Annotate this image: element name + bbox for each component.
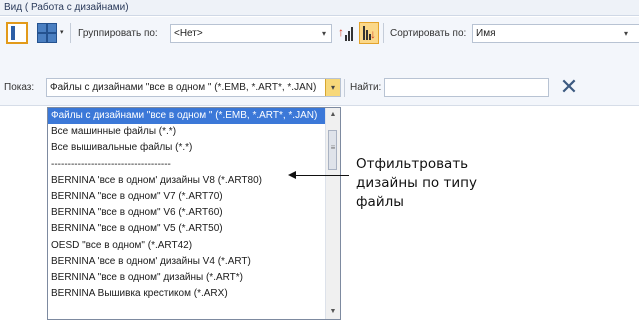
callout-arrow-line (291, 175, 349, 176)
callout-line: дизайны по типу (356, 175, 477, 191)
sort-ascending-button[interactable]: ↑ (336, 22, 356, 44)
scroll-down-icon[interactable]: ▼ (326, 305, 340, 319)
dropdown-separator: ------------------------------------ (51, 158, 171, 170)
arrow-up-icon: ↑ (338, 25, 344, 39)
separator (70, 23, 71, 43)
dropdown-item[interactable]: BERNINA Вышивка крестиком (*.ARX) (48, 286, 327, 302)
dropdown-item[interactable]: BERNINA 'все в одном' дизайны V4 (*.ART) (48, 254, 327, 270)
callout-line: Отфильтровать (356, 156, 469, 172)
clear-filter-icon[interactable]: ✕ (558, 76, 580, 98)
window-title: Вид ( Работа с дизайнами) (0, 0, 639, 16)
find-label: Найти: (350, 82, 382, 93)
arrow-left-icon (288, 171, 296, 179)
chevron-down-icon: ▾ (623, 29, 628, 38)
separator (383, 23, 384, 43)
show-label: Показ: (4, 82, 35, 93)
view-mode-dropdown-arrow[interactable]: ▾ (60, 28, 64, 36)
dropdown-item[interactable]: OESD "все в одном" (*.ART42) (48, 238, 327, 254)
chevron-down-icon: ▾ (321, 29, 326, 38)
panel-toggle-icon[interactable] (6, 22, 28, 44)
arrow-down-icon: ↓ (370, 27, 376, 41)
dropdown-item[interactable]: Все вышивальные файлы (*.*) (48, 140, 327, 156)
group-by-label: Группировать по: (78, 28, 158, 39)
file-type-value: Файлы с дизайнами "все в одном " (*.EMB,… (50, 82, 317, 93)
dropdown-item[interactable]: Файлы с дизайнами "все в одном " (*.EMB,… (48, 108, 327, 125)
dropdown-item[interactable]: BERNINA "все в одном" V7 (*.ART70) (48, 189, 327, 205)
callout-line: файлы (356, 194, 404, 210)
sort-descending-button[interactable]: ↓ (359, 22, 379, 44)
dropdown-item[interactable]: BERNINA "все в одном" V6 (*.ART60) (48, 205, 327, 221)
dropdown-item[interactable]: BERNINA "все в одном" V5 (*.ART50) (48, 221, 327, 237)
dropdown-item (48, 302, 327, 318)
file-type-dropdown-list: Файлы с дизайнами "все в одном " (*.EMB,… (47, 107, 341, 320)
sort-by-label: Сортировать по: (390, 28, 467, 39)
separator (344, 79, 345, 97)
view-mode-icon[interactable] (36, 22, 58, 44)
dropdown-scrollbar[interactable]: ▲ ▼ (325, 108, 340, 319)
scrollbar-thumb[interactable] (328, 130, 337, 170)
toolbar-filter (0, 47, 639, 106)
design-view-window: Вид ( Работа с дизайнами) ▾ Группировать… (0, 0, 639, 320)
file-type-select[interactable]: Файлы с дизайнами "все в одном " (*.EMB,… (46, 78, 341, 97)
dropdown-item[interactable]: BERNINA "все в одном" дизайны (*.ART*) (48, 270, 327, 286)
scroll-up-icon[interactable]: ▲ (326, 108, 340, 122)
dropdown-item[interactable]: Все машинные файлы (*.*) (48, 124, 327, 140)
callout-text: Отфильтровать дизайны по типу файлы (356, 155, 556, 212)
sort-by-value: Имя (476, 28, 496, 39)
find-input[interactable] (384, 78, 549, 97)
chevron-down-icon: ▾ (325, 79, 340, 96)
sort-by-select[interactable]: Имя ▾ (472, 24, 639, 43)
group-by-select[interactable]: <Нет> ▾ (170, 24, 332, 43)
dropdown-item[interactable]: BERNINA 'все в одном' дизайны V8 (*.ART8… (48, 173, 327, 189)
group-by-value: <Нет> (174, 28, 203, 39)
